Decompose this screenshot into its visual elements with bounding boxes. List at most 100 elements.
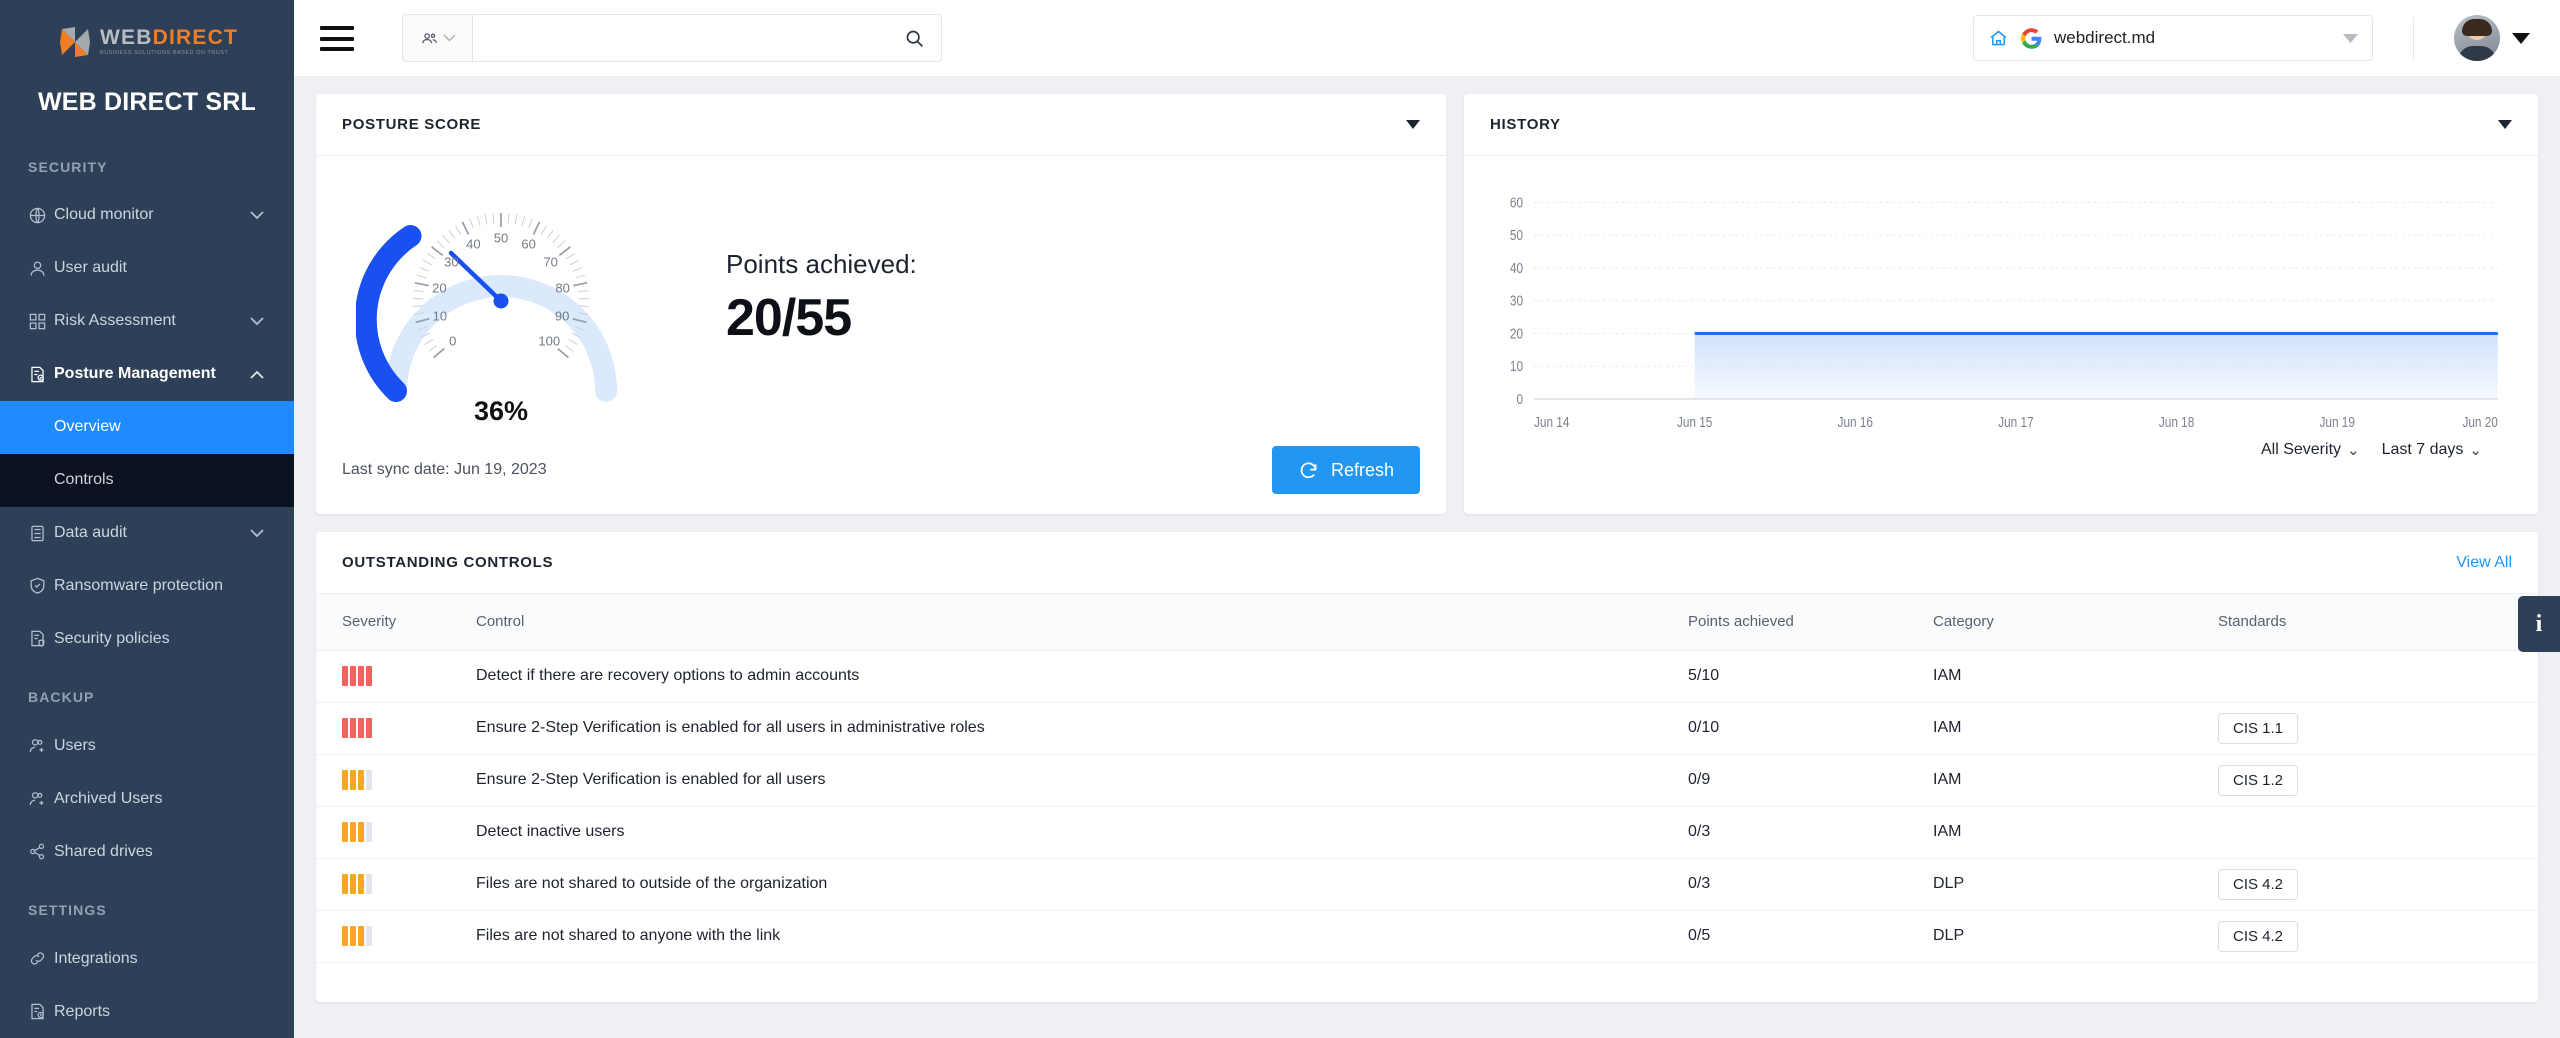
table-row[interactable]: Detect if there are recovery options to … xyxy=(316,650,2538,703)
cell-points: 0/9 xyxy=(1678,754,1923,807)
pinwheel-logo-icon xyxy=(56,23,94,61)
posture-card-footer: Last sync date: Jun 19, 2023 Refresh xyxy=(316,436,1446,514)
filter-range-label: Last 7 days xyxy=(2381,441,2464,458)
standard-badge[interactable]: CIS 1.2 xyxy=(2218,764,2299,796)
filter-severity-label: All Severity xyxy=(2260,441,2342,458)
top-bar: webdirect.md xyxy=(294,0,2560,76)
gauge-tick-label: 10 xyxy=(432,308,448,324)
y-axis-tick: 20 xyxy=(1510,325,1523,342)
sidebar-item-users[interactable]: Users xyxy=(0,719,294,772)
x-axis-tick: Jun 17 xyxy=(1998,414,2033,431)
sidebar-item-shared-drives[interactable]: Shared drives xyxy=(0,825,294,878)
filter-severity[interactable]: All Severity ⌄ xyxy=(2261,441,2360,459)
column-header-category: Category xyxy=(1923,594,2208,651)
sidebar-item-cloud-monitor[interactable]: Cloud monitor xyxy=(0,189,294,242)
search-input[interactable] xyxy=(489,29,904,47)
sidebar-item-label: Cloud monitor xyxy=(54,206,154,224)
cell-severity xyxy=(316,754,466,807)
search-scope-selector[interactable] xyxy=(402,14,472,62)
info-tab-button[interactable]: i xyxy=(2518,596,2560,652)
refresh-icon xyxy=(1298,460,1319,481)
gauge-tick-label: 40 xyxy=(466,236,481,252)
sidebar-item-integrations[interactable]: Integrations xyxy=(0,932,294,985)
posture-card-body: 0 10 20 30 40 50 60 70 80 90 100 36% Points achiev… xyxy=(316,156,1446,436)
sidebar-item-security-policies[interactable]: Security policies xyxy=(0,612,294,665)
gauge-tick-label: 60 xyxy=(521,236,536,252)
sidebar-item-posture-management[interactable]: Posture Management xyxy=(0,348,294,401)
cell-points: 0/3 xyxy=(1678,806,1923,859)
controls-table-body: Detect if there are recovery options to … xyxy=(316,650,2538,963)
filter-range[interactable]: Last 7 days ⌄ xyxy=(2382,441,2482,459)
sidebar-item-reports[interactable]: Reports xyxy=(0,985,294,1038)
gauge-tick-label: 50 xyxy=(493,230,509,246)
cell-control: Files are not shared to anyone with the … xyxy=(466,910,1678,963)
y-axis-tick: 0 xyxy=(1516,391,1523,408)
sidebar-item-ransomware-protection[interactable]: Ransomware protection xyxy=(0,560,294,613)
chevron-down-icon: ⌄ xyxy=(2469,442,2482,459)
table-row[interactable]: Ensure 2-Step Verification is enabled fo… xyxy=(316,754,2538,807)
chevron-down-icon[interactable] xyxy=(2512,32,2530,44)
view-all-link[interactable]: View All xyxy=(2456,554,2512,572)
controls-table-head: Severity Control Points achieved Categor… xyxy=(316,594,2538,651)
user-menu[interactable] xyxy=(2454,15,2530,61)
logo-word-web: WEB xyxy=(100,26,153,50)
table-row[interactable]: Files are not shared to anyone with the … xyxy=(316,910,2538,963)
refresh-label: Refresh xyxy=(1330,459,1394,480)
avatar[interactable] xyxy=(2454,15,2500,61)
cell-standards: CIS 4.2 xyxy=(2208,910,2538,963)
x-axis-tick: Jun 16 xyxy=(1838,414,1873,431)
sidebar-item-label: Archived Users xyxy=(54,789,163,807)
section-label-settings: SETTINGS xyxy=(28,902,107,919)
chevron-down-icon[interactable] xyxy=(1406,120,1420,129)
chevron-down-icon xyxy=(442,34,456,42)
table-row[interactable]: Files are not shared to outside of the o… xyxy=(316,858,2538,911)
policy-icon xyxy=(28,629,54,648)
search-input-container[interactable] xyxy=(472,14,942,62)
home-icon xyxy=(1988,28,2009,49)
sidebar-item-risk-assessment[interactable]: Risk Assessment xyxy=(0,295,294,348)
standard-badge[interactable]: CIS 4.2 xyxy=(2218,920,2299,952)
standard-badge[interactable]: CIS 4.2 xyxy=(2218,868,2299,900)
sidebar-item-data-audit[interactable]: Data audit xyxy=(0,507,294,560)
posture-icon xyxy=(28,365,54,384)
table-row[interactable]: Detect inactive users 0/3 IAM xyxy=(316,806,2538,859)
chevron-down-icon[interactable] xyxy=(2498,120,2512,129)
logo-tagline: BUSINESS SOLUTIONS BASED ON TRUST xyxy=(100,50,229,57)
sidebar-item-archived-users[interactable]: Archived Users xyxy=(0,772,294,825)
cell-points: 0/5 xyxy=(1678,910,1923,963)
table-row[interactable]: Ensure 2-Step Verification is enabled fo… xyxy=(316,702,2538,755)
hamburger-icon[interactable] xyxy=(320,25,354,51)
standard-badge[interactable]: CIS 1.1 xyxy=(2218,712,2299,744)
search-icon[interactable] xyxy=(904,28,925,49)
posture-score-card: POSTURE SCORE 0 10 20 30 40 50 60 70 80 … xyxy=(316,94,1446,514)
column-header-points: Points achieved xyxy=(1678,594,1923,651)
x-axis-tick: Jun 15 xyxy=(1677,414,1712,431)
cell-category: DLP xyxy=(1923,858,2208,911)
domain-name: webdirect.md xyxy=(2054,28,2156,47)
cell-category: IAM xyxy=(1923,702,2208,755)
sidebar-item-controls[interactable]: Controls xyxy=(0,453,294,507)
sidebar-item-label: User audit xyxy=(54,259,127,277)
last-sync-date: Last sync date: Jun 19, 2023 xyxy=(342,461,547,478)
severity-indicator xyxy=(342,926,456,946)
chevron-down-icon xyxy=(250,528,266,538)
cell-control: Ensure 2-Step Verification is enabled fo… xyxy=(466,702,1678,755)
sidebar-item-overview[interactable]: Overview xyxy=(0,400,294,454)
cell-control: Detect inactive users xyxy=(466,806,1678,859)
sidebar-item-label: Risk Assessment xyxy=(54,312,176,330)
severity-indicator xyxy=(342,770,456,790)
user-icon xyxy=(28,259,54,278)
outstanding-controls-card: OUTSTANDING CONTROLS View All Severity C… xyxy=(316,532,2538,1002)
chevron-down-icon xyxy=(2343,33,2358,43)
domain-selector[interactable]: webdirect.md xyxy=(1973,15,2373,61)
cell-standards: CIS 4.2 xyxy=(2208,858,2538,911)
users-add-icon xyxy=(28,736,54,755)
severity-indicator xyxy=(342,822,456,842)
refresh-button[interactable]: Refresh xyxy=(1271,446,1420,494)
y-axis-tick: 30 xyxy=(1510,292,1523,309)
sidebar-item-user-audit[interactable]: User audit xyxy=(0,242,294,295)
gauge-tick-label: 100 xyxy=(538,333,561,349)
chevron-down-icon xyxy=(250,211,266,220)
google-icon xyxy=(2021,27,2042,49)
history-chart-svg: 0 10 20 30 40 50 60 Jun 14 Jun 15 Jun 16 Jun 17 Jun… xyxy=(1510,194,2498,431)
